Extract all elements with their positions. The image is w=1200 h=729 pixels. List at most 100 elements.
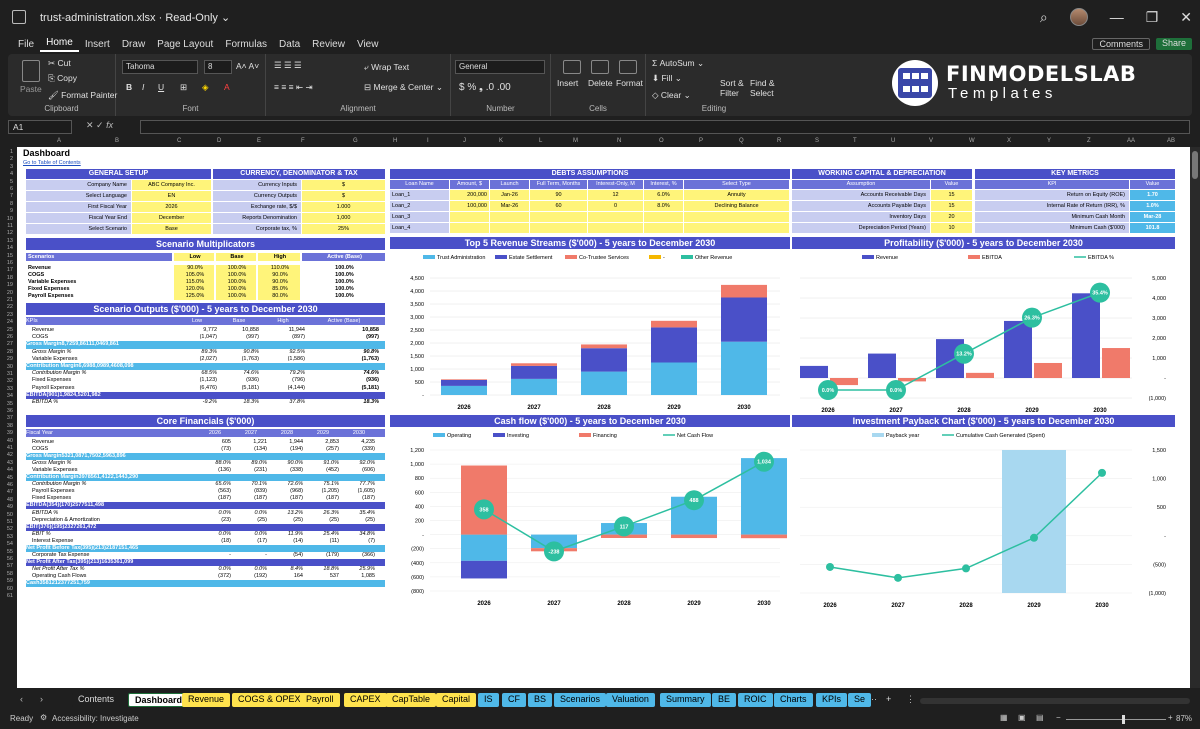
loan-value[interactable] [450, 223, 489, 233]
column-header[interactable]: O [659, 138, 664, 144]
file-title[interactable]: trust-administration.xlsx · Read-Only ⌄ [40, 11, 230, 24]
metric-value[interactable]: 20 [931, 212, 972, 222]
menu-insert[interactable]: Insert [79, 39, 116, 50]
row-header[interactable]: 8 [10, 201, 13, 207]
row-header[interactable]: 53 [7, 534, 13, 540]
scenario-value[interactable]: 120.0% [174, 286, 214, 293]
tab-capital[interactable]: Capital [436, 693, 477, 707]
row-header[interactable]: 57 [7, 563, 13, 569]
loan-value[interactable] [644, 223, 683, 233]
row-header[interactable]: 22 [7, 304, 13, 310]
row-header[interactable]: 10 [7, 216, 13, 222]
tab-charts[interactable]: Charts [774, 693, 813, 707]
loan-value[interactable]: Mar-26 [490, 201, 529, 211]
menu-home[interactable]: Home [40, 37, 79, 52]
loan-value[interactable] [490, 212, 529, 222]
tab-revenue[interactable]: Revenue [182, 693, 231, 707]
row-header[interactable]: 20 [7, 290, 13, 296]
zoom-in-icon[interactable]: + [1168, 713, 1173, 722]
tab-captable[interactable]: CapTable [386, 693, 437, 707]
row-header[interactable]: 55 [7, 549, 13, 555]
column-header[interactable]: U [891, 138, 895, 144]
column-header[interactable]: M [573, 138, 578, 144]
loan-value[interactable] [530, 212, 587, 222]
column-header[interactable]: K [499, 138, 503, 144]
zoom-slider[interactable] [1066, 719, 1166, 720]
scenario-value[interactable]: 80.0% [258, 293, 300, 300]
row-header[interactable]: 30 [7, 364, 13, 370]
find-select-button[interactable]: Find & Select [750, 78, 780, 98]
tab-options-icon[interactable]: ⋮ [900, 693, 921, 707]
clear-button[interactable]: ◇ Clear ⌄ [652, 90, 691, 101]
column-header[interactable]: Q [739, 138, 744, 144]
number-format-select[interactable]: General [455, 60, 545, 74]
row-header[interactable]: 58 [7, 571, 13, 577]
tab-capex[interactable]: CAPEX [344, 693, 387, 707]
row-header[interactable]: 51 [7, 519, 13, 525]
scenario-value[interactable]: 100.0% [216, 279, 256, 286]
loan-value[interactable]: 0 [588, 201, 643, 211]
tab-kpis[interactable]: KPIs [816, 693, 848, 707]
column-header[interactable]: Y [1047, 138, 1051, 144]
field-value[interactable]: $ [302, 191, 385, 201]
tab-is[interactable]: IS [478, 693, 499, 707]
row-header[interactable]: 44 [7, 467, 13, 473]
row-header[interactable]: 56 [7, 556, 13, 562]
field-value[interactable]: 1.000 [302, 202, 385, 212]
avatar[interactable] [1069, 8, 1088, 26]
metric-value[interactable]: 10 [931, 223, 972, 233]
wrap-text-button[interactable]: ⤶ Wrap Text [364, 62, 409, 73]
row-header[interactable]: 41 [7, 445, 13, 451]
align-top-icon[interactable]: ☰ ☰ ☰ [274, 60, 302, 71]
scenario-value[interactable]: 125.0% [174, 293, 214, 300]
align-left-icon[interactable]: ≡ ≡ ≡ ⇤ ⇥ [274, 82, 313, 93]
loan-value[interactable]: 8.0% [644, 201, 683, 211]
column-header[interactable]: B [115, 138, 119, 144]
font-name-select[interactable]: Tahoma [122, 60, 198, 74]
row-header[interactable]: 42 [7, 452, 13, 458]
add-sheet-icon[interactable]: + [880, 693, 897, 707]
column-header[interactable]: N [617, 138, 621, 144]
tab-contents[interactable]: Contents [72, 693, 121, 707]
menu-file[interactable]: File [12, 39, 40, 50]
row-header[interactable]: 36 [7, 408, 13, 414]
insert-cells-icon[interactable] [563, 60, 581, 74]
column-header[interactable]: J [463, 138, 466, 144]
column-header[interactable]: R [777, 138, 781, 144]
loan-value[interactable] [644, 212, 683, 222]
row-header[interactable]: 37 [7, 415, 13, 421]
row-header[interactable]: 47 [7, 489, 13, 495]
menu-page-layout[interactable]: Page Layout [151, 39, 219, 50]
scenario-value[interactable]: 100.0% [216, 265, 256, 272]
row-header[interactable]: 2 [10, 156, 13, 162]
paste-icon[interactable] [22, 60, 40, 82]
row-header[interactable]: 35 [7, 401, 13, 407]
borders-icon[interactable]: ⊞ [180, 82, 187, 93]
tab-dashboard[interactable]: Dashboard [128, 693, 190, 707]
row-header[interactable]: 45 [7, 475, 13, 481]
font-color-icon[interactable]: A [224, 82, 230, 92]
row-header[interactable]: 49 [7, 504, 13, 510]
row-header[interactable]: 14 [7, 245, 13, 251]
column-header[interactable]: W [969, 138, 975, 144]
column-header[interactable]: AA [1127, 138, 1135, 144]
close-icon[interactable]: ✕ [1180, 9, 1192, 26]
column-header[interactable]: A [57, 138, 61, 144]
row-header[interactable]: 6 [10, 186, 13, 192]
tab-bs[interactable]: BS [528, 693, 553, 707]
row-header[interactable]: 54 [7, 541, 13, 547]
row-header[interactable]: 19 [7, 282, 13, 288]
row-header[interactable]: 50 [7, 512, 13, 518]
menu-draw[interactable]: Draw [116, 39, 151, 50]
zoom-level[interactable]: 87% [1176, 714, 1192, 723]
search-icon[interactable]: ⌕ [1040, 9, 1048, 26]
column-header[interactable]: D [217, 138, 221, 144]
italic-icon[interactable]: I [142, 82, 144, 92]
scenario-value[interactable]: 100.0% [216, 286, 256, 293]
tab-valuation[interactable]: Valuation [606, 693, 655, 707]
share-button[interactable]: Share [1155, 38, 1192, 50]
row-header[interactable]: 24 [7, 319, 13, 325]
insert-button[interactable]: Insert [557, 78, 578, 88]
loan-value[interactable]: 100,000 [450, 201, 489, 211]
copy-button[interactable]: ⎘ Copy [48, 73, 77, 84]
